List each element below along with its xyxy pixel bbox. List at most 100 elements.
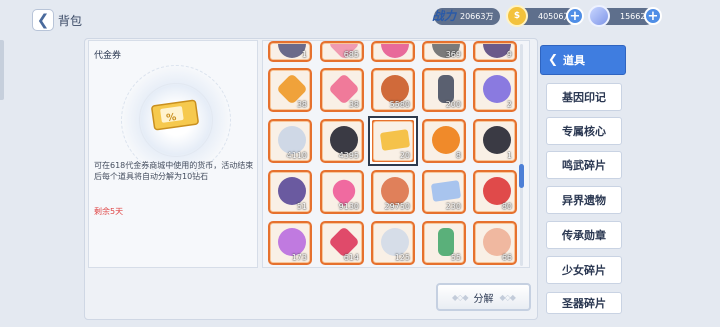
item-count: 8 — [455, 151, 461, 160]
item-remaining-time: 剩余5天 — [94, 207, 124, 216]
item-slot[interactable]: 1 — [268, 41, 312, 62]
svg-text:%: % — [166, 112, 177, 124]
item-count: 5580 — [389, 100, 410, 109]
item-slot[interactable]: 29750 — [371, 170, 415, 214]
category-tab[interactable]: 鸣武碎片 — [546, 151, 622, 179]
item-count: 2 — [506, 100, 512, 109]
category-tab-label: 专属核心 — [562, 125, 606, 138]
item-count: 66 — [501, 253, 512, 262]
category-tab[interactable]: 专属核心 — [546, 117, 622, 145]
item-slot-frame: 4110 — [270, 121, 310, 161]
capsule-icon — [438, 75, 454, 103]
item-slot[interactable]: 2 — [473, 68, 517, 112]
item-description: 可在618代金券商城中使用的货币，活动结束后每个道具将自动分解为10钻石 — [94, 161, 254, 181]
gem-icon — [588, 5, 610, 27]
item-count: 55 — [450, 253, 461, 262]
item-slot[interactable]: 685 — [320, 41, 364, 62]
item-slot-frame: 614 — [322, 223, 362, 263]
item-slot-frame: 29750 — [373, 172, 413, 212]
item-slot-frame: 2 — [475, 70, 515, 110]
item-slot-frame — [373, 43, 413, 60]
item-slot[interactable]: 369 — [422, 41, 466, 62]
item-slot-frame: 38 — [270, 70, 310, 110]
add-gold-button[interactable]: + — [566, 7, 584, 25]
top-bar: ❮ 背包 战力 20663万 $ 40506万 + 156628 + — [0, 0, 720, 36]
item-slot[interactable]: 200 — [422, 68, 466, 112]
item-slot-frame: 8 — [424, 121, 464, 161]
combat-power-display: 战力 20663万 — [432, 8, 500, 25]
page-title: 背包 — [58, 14, 83, 28]
item-slot-frame: 173 — [270, 223, 310, 263]
item-slot[interactable]: 173 — [268, 221, 312, 265]
item-slot[interactable]: 4110 — [268, 119, 312, 163]
item-count: 9130 — [338, 202, 359, 211]
black-blob-icon — [330, 126, 358, 154]
category-tab[interactable]: 少女碎片 — [546, 256, 622, 284]
item-count: 369 — [445, 50, 461, 59]
combat-power-label: 战力 — [432, 9, 457, 23]
gauntlet-icon — [278, 177, 306, 205]
item-slot-frame: 685 — [322, 43, 362, 60]
gold-display: $ 40506万 + — [506, 5, 584, 27]
item-slot[interactable]: 9130 — [320, 170, 364, 214]
item-slot[interactable] — [371, 41, 415, 62]
selected-slot-frame — [368, 116, 418, 166]
item-slot[interactable]: 4395 — [320, 119, 364, 163]
item-slot[interactable]: 80 — [473, 170, 517, 214]
item-slot-frame: 230 — [424, 172, 464, 212]
item-slot[interactable]: 38 — [268, 68, 312, 112]
chevron-left-icon: ❮ — [548, 52, 559, 66]
item-count: 29750 — [384, 202, 410, 211]
item-slot[interactable]: 66 — [473, 221, 517, 265]
button-decoration-right: ◆◇◆ — [499, 292, 517, 302]
item-count: 614 — [343, 253, 359, 262]
bandage-icon — [483, 228, 511, 256]
item-slot-frame: 51 — [270, 172, 310, 212]
category-tab-label: 异界遗物 — [562, 194, 606, 207]
category-tab[interactable]: 基因印记 — [546, 83, 622, 111]
item-slot[interactable]: 230 — [422, 170, 466, 214]
item-slot[interactable]: 1 — [473, 119, 517, 163]
item-slot[interactable]: 38 — [320, 68, 364, 112]
item-count: 125 — [394, 253, 410, 262]
item-slot-frame: 1 — [270, 43, 310, 60]
gold-coin-icon: $ — [506, 5, 528, 27]
item-name: 代金券 — [94, 51, 122, 61]
item-count: 4395 — [338, 151, 359, 160]
item-slot-frame: 66 — [475, 223, 515, 263]
item-slot[interactable]: 9 — [473, 41, 517, 62]
item-slot[interactable]: 125 — [371, 221, 415, 265]
category-tab[interactable]: 圣器碎片 — [546, 292, 622, 314]
back-button[interactable]: ❮ — [32, 9, 54, 31]
item-slot[interactable]: 614 — [320, 221, 364, 265]
item-detail-pane: 代金券 % 可在618代金券商城中使用的货币，活动结束后每个道具将自动分解为10… — [88, 40, 258, 268]
item-slot-frame: 1 — [475, 121, 515, 161]
add-gem-button[interactable]: + — [644, 7, 662, 25]
ghost-icon — [278, 126, 306, 154]
item-slot-frame: 200 — [424, 70, 464, 110]
grid-scrollbar-thumb[interactable] — [519, 164, 524, 188]
ribbon-icon — [381, 44, 409, 58]
item-slot-frame: 55 — [424, 223, 464, 263]
bottle-icon — [438, 228, 454, 256]
category-tab[interactable]: 异界遗物 — [546, 186, 622, 214]
item-count: 200 — [445, 100, 461, 109]
flame-leaf-icon — [432, 126, 460, 154]
grid-scrollbar-track[interactable] — [520, 44, 523, 266]
back-arrow-icon: ❮ — [36, 10, 50, 29]
category-tab-label: 传承勋章 — [562, 229, 606, 242]
item-slot[interactable]: 55 — [422, 221, 466, 265]
category-tab[interactable]: 传承勋章 — [546, 221, 622, 249]
item-slot[interactable]: 5580 — [371, 68, 415, 112]
coin-icon — [381, 177, 409, 205]
item-slot-frame: 369 — [424, 43, 464, 60]
category-tab-label: 道具 — [563, 54, 585, 67]
item-count: 4110 — [286, 151, 307, 160]
item-slot[interactable]: 8 — [422, 119, 466, 163]
item-slot[interactable]: 51 — [268, 170, 312, 214]
decompose-button[interactable]: ◆◇◆ 分解 ◆◇◆ — [436, 283, 531, 311]
ticket-icon — [430, 180, 462, 202]
category-tab[interactable]: ❮ 道具 — [540, 45, 626, 75]
cloud-icon — [381, 228, 409, 256]
shield-icon — [483, 126, 511, 154]
